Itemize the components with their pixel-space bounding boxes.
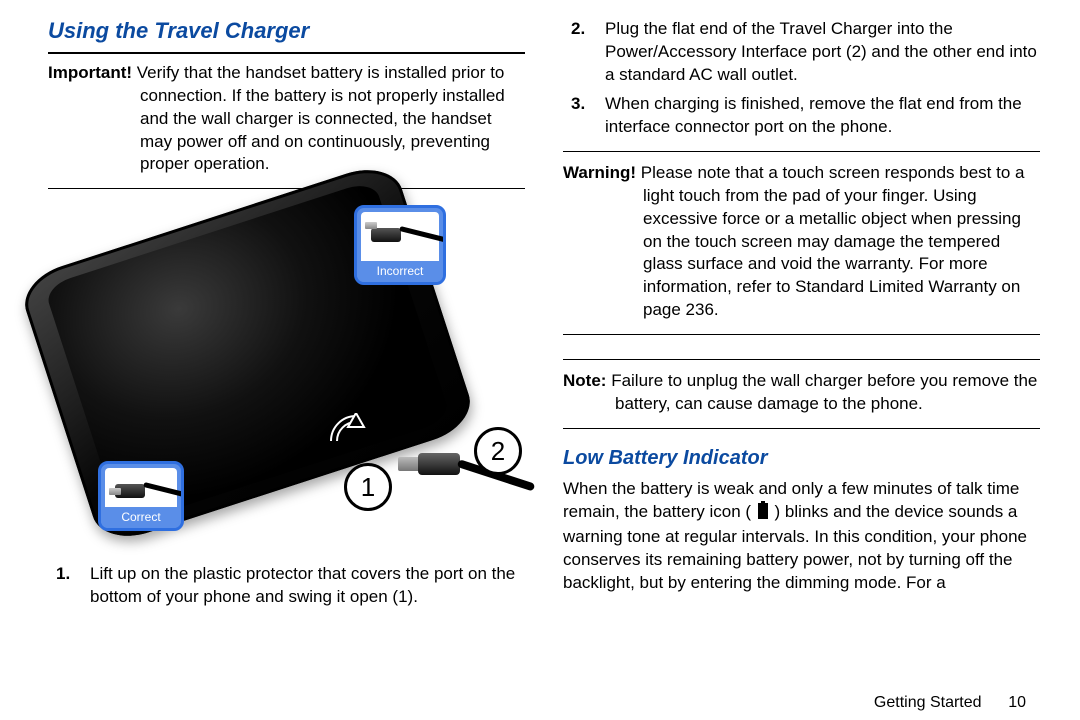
footer-page-number: 10	[986, 692, 1026, 714]
badge-correct-label: Correct	[101, 507, 181, 528]
page-footer: Getting Started 10	[874, 692, 1026, 714]
callout-2: 2	[474, 427, 522, 475]
rule	[563, 359, 1040, 360]
step-2-number: 2.	[563, 18, 605, 87]
rule	[48, 52, 525, 54]
step-list-left: 1. Lift up on the plastic protector that…	[48, 561, 525, 615]
important-label: Important!	[48, 63, 132, 82]
step-list-right: 2. Plug the flat end of the Travel Charg…	[563, 16, 1040, 145]
warranty-xref: Standard Limited Warranty	[795, 277, 997, 296]
rule	[48, 188, 525, 189]
badge-incorrect: Incorrect	[354, 205, 446, 285]
note-block: Note: Failure to unplug the wall charger…	[563, 370, 1040, 416]
step-1: 1. Lift up on the plastic protector that…	[48, 563, 525, 609]
callout-1: 1	[344, 463, 392, 511]
heading-travel-charger: Using the Travel Charger	[48, 16, 525, 46]
rule	[563, 334, 1040, 335]
step-1-text: Lift up on the plastic protector that co…	[90, 563, 525, 609]
warning-label: Warning!	[563, 163, 636, 182]
charger-illustration: 1 2 Incorrect Correct	[48, 203, 525, 553]
left-column: Using the Travel Charger Important! Veri…	[48, 16, 525, 710]
rule	[563, 151, 1040, 152]
low-battery-paragraph: When the battery is weak and only a few …	[563, 478, 1040, 595]
rule	[563, 428, 1040, 429]
footer-section: Getting Started	[874, 694, 982, 711]
warning-note: Warning! Please note that a touch screen…	[563, 162, 1040, 323]
right-column: 2. Plug the flat end of the Travel Charg…	[563, 16, 1040, 710]
step-3-number: 3.	[563, 93, 605, 139]
lift-arrow-icon	[328, 413, 384, 469]
important-text: Verify that the handset battery is insta…	[137, 63, 505, 174]
note-text: Failure to unplug the wall charger befor…	[611, 371, 1037, 413]
battery-icon	[756, 501, 770, 526]
heading-low-battery: Low Battery Indicator	[563, 445, 1040, 472]
step-1-number: 1.	[48, 563, 90, 609]
step-2-text: Plug the flat end of the Travel Charger …	[605, 18, 1040, 87]
step-3-text: When charging is finished, remove the fl…	[605, 93, 1040, 139]
step-3: 3. When charging is finished, remove the…	[563, 93, 1040, 139]
connector-plug-icon	[398, 445, 478, 481]
important-note: Important! Verify that the handset batte…	[48, 62, 525, 177]
badge-correct: Correct	[98, 461, 184, 531]
step-2: 2. Plug the flat end of the Travel Charg…	[563, 18, 1040, 87]
badge-incorrect-label: Incorrect	[357, 261, 443, 282]
note-label: Note:	[563, 371, 606, 390]
